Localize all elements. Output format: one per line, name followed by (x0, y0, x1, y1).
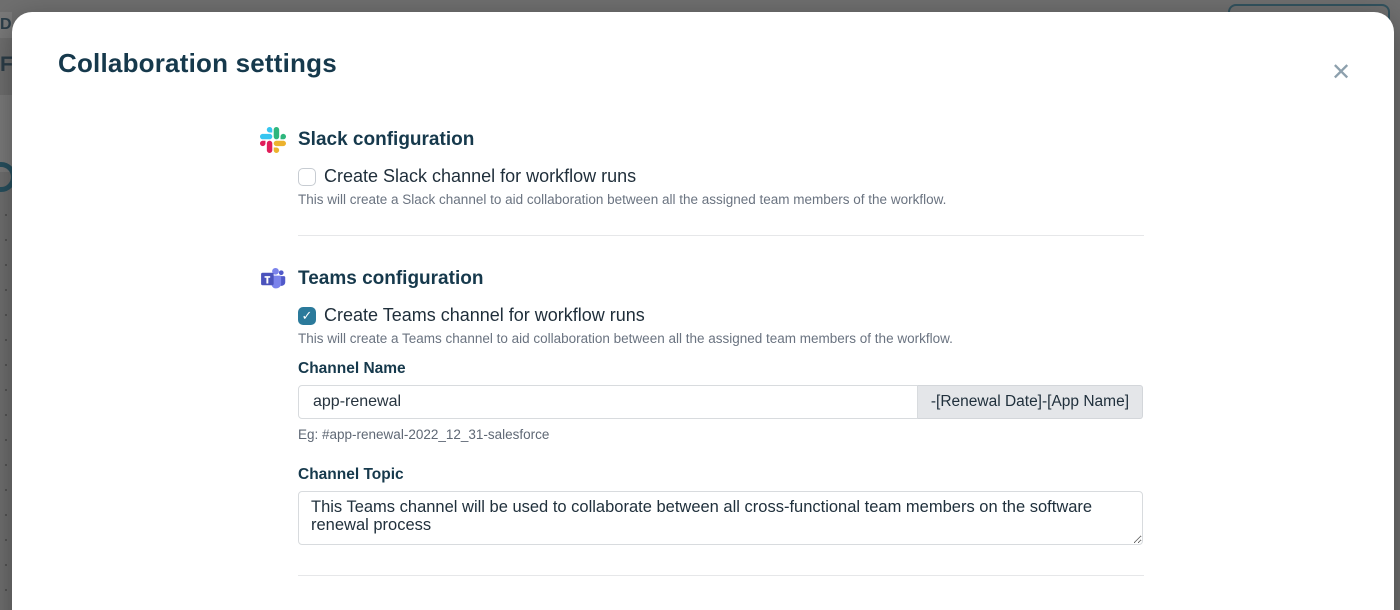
teams-checkbox-row: ✓ Create Teams channel for workflow runs (298, 305, 1144, 326)
channel-name-label: Channel Name (298, 360, 406, 377)
teams-helper-text: This will create a Teams channel to aid … (298, 331, 953, 346)
background-band (0, 95, 12, 172)
teams-icon (260, 266, 286, 292)
section-divider (298, 235, 1144, 236)
section-divider (298, 575, 1144, 576)
collaboration-settings-modal: Collaboration settings ✕ Slack configura… (12, 12, 1394, 610)
screen: D F Collaboration settings ✕ Slack confi… (0, 0, 1400, 610)
channel-name-example: Eg: #app-renewal-2022_12_31-salesforce (298, 427, 550, 442)
modal-body: Slack configuration Create Slack channel… (260, 127, 1144, 576)
close-icon[interactable]: ✕ (1326, 58, 1356, 88)
slack-checkbox-row: Create Slack channel for workflow runs (298, 166, 1144, 187)
teams-section-header: Teams configuration (260, 266, 1144, 292)
check-icon: ✓ (301, 307, 313, 323)
slack-section-heading: Slack configuration (298, 129, 475, 150)
channel-topic-label: Channel Topic (298, 466, 404, 483)
background-dotted-line (5, 214, 7, 610)
teams-channel-checkbox[interactable]: ✓ (298, 306, 316, 325)
channel-name-input[interactable] (298, 385, 918, 419)
modal-header: Collaboration settings ✕ (12, 12, 1394, 86)
slack-section-header: Slack configuration (260, 127, 1144, 153)
teams-section-heading: Teams configuration (298, 268, 484, 289)
slack-checkbox-label[interactable]: Create Slack channel for workflow runs (324, 166, 636, 187)
background-partial-text: F (0, 53, 13, 76)
background-partial-text: D (0, 16, 12, 33)
slack-icon (260, 127, 286, 153)
channel-name-input-group: -[Renewal Date]-[App Name] (298, 385, 1143, 419)
teams-checkbox-label[interactable]: Create Teams channel for workflow runs (324, 305, 645, 326)
modal-title: Collaboration settings (58, 48, 337, 78)
channel-name-suffix: -[Renewal Date]-[App Name] (917, 385, 1143, 419)
channel-topic-textarea[interactable]: This Teams channel will be used to colla… (298, 491, 1143, 545)
slack-channel-checkbox[interactable] (298, 167, 316, 186)
slack-helper-text: This will create a Slack channel to aid … (298, 192, 947, 207)
